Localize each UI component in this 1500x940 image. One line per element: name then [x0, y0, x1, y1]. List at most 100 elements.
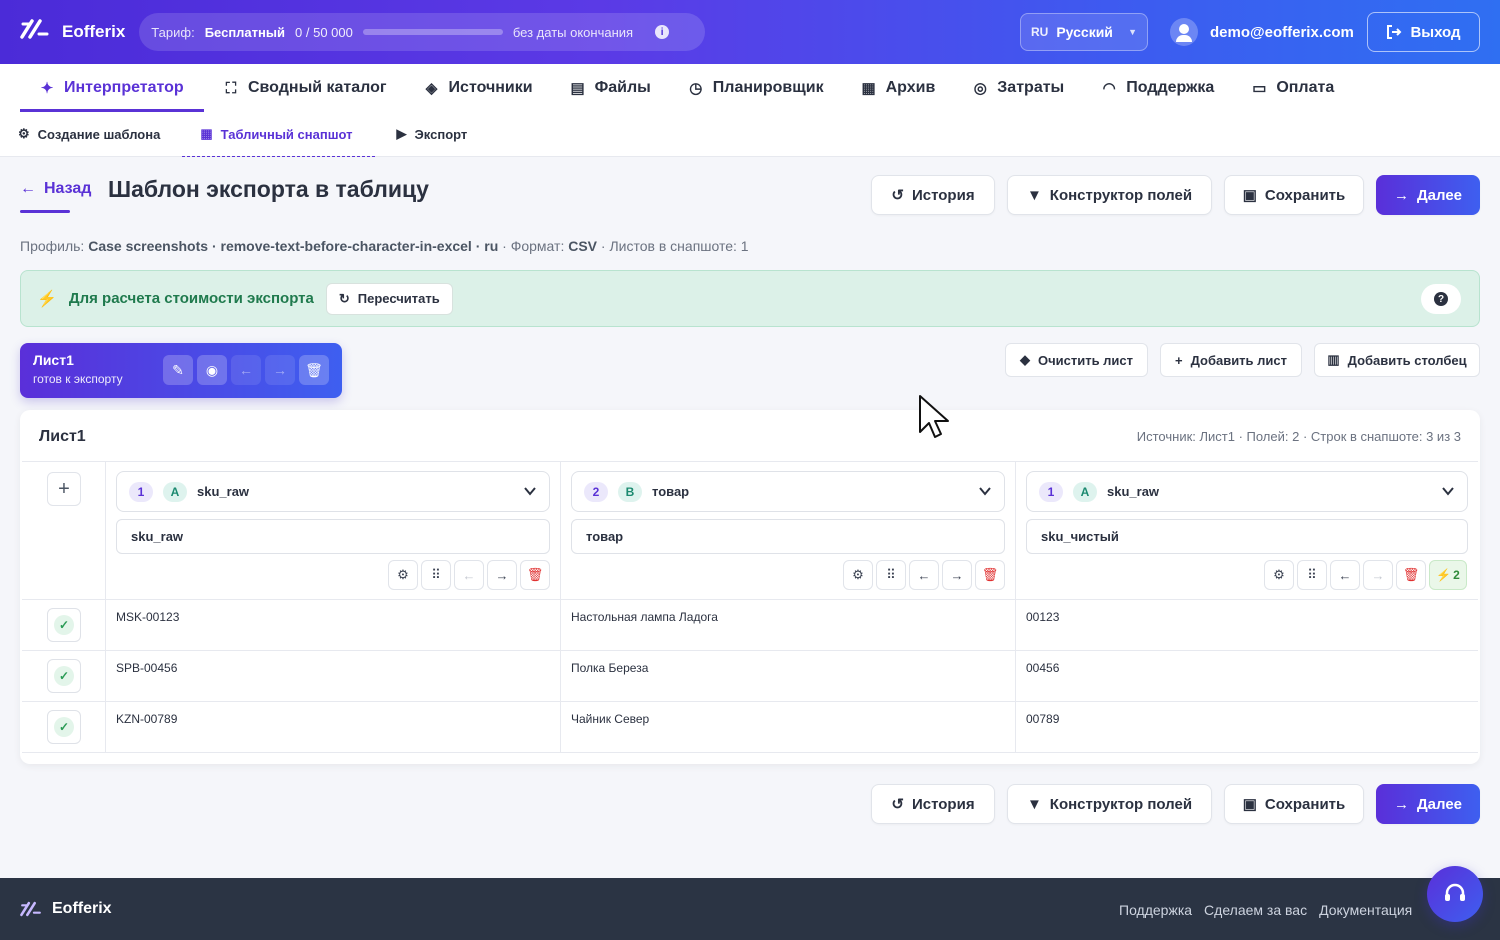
column-name-input[interactable]: товар: [571, 519, 1005, 554]
nav-interpreter[interactable]: ✦ Интерпретатор: [20, 64, 204, 112]
profile-prefix: Профиль:: [20, 238, 85, 254]
recalculate-label: Пересчитать: [357, 291, 440, 306]
user-menu[interactable]: demo@eofferix.com: [1170, 18, 1354, 46]
gear-icon[interactable]: ⚙: [388, 560, 418, 590]
column-divider: [1015, 462, 1016, 752]
trash-icon[interactable]: 🗑: [520, 560, 550, 590]
snapshot-grid: + 1 A sku_raw sku_raw ⚙ ⠿ ← → 🗑 2 B това…: [22, 461, 1478, 753]
mouse-cursor-icon: [919, 395, 949, 438]
arrow-right-icon: →: [1393, 795, 1409, 813]
gear-icon[interactable]: ⚙: [1264, 560, 1294, 590]
row-checkbox[interactable]: ✓: [47, 608, 81, 642]
tab-export[interactable]: ▶ Экспорт: [375, 112, 490, 157]
trash-icon[interactable]: 🗑: [975, 560, 1005, 590]
table-cell: MSK-00123: [116, 610, 180, 624]
nav-sources[interactable]: ◈ Источники: [405, 64, 551, 112]
sheet-card[interactable]: Лист1 готов к экспорту ✎ ◉ ← → 🗑: [20, 343, 342, 398]
footer-link-done-for-you[interactable]: Сделаем за вас: [1204, 902, 1307, 918]
nav-archive[interactable]: ▦ Архив: [842, 64, 954, 112]
field-builder-button-bottom[interactable]: ▼ Конструктор полей: [1007, 784, 1212, 824]
next-button[interactable]: → Далее: [1376, 175, 1480, 215]
column-index-badge: 2: [584, 481, 608, 502]
footer-logo[interactable]: Eofferix: [20, 900, 112, 918]
trash-icon[interactable]: 🗑: [299, 355, 329, 385]
field-builder-button[interactable]: ▼ Конструктор полей: [1007, 175, 1212, 215]
support-chat-button[interactable]: [1427, 866, 1483, 922]
arrow-right-icon[interactable]: →: [1363, 560, 1393, 590]
drag-handle-icon[interactable]: ⠿: [1297, 560, 1327, 590]
recalculate-button[interactable]: ↻ Пересчитать: [325, 282, 453, 315]
sitemap-icon: ⛶: [225, 79, 237, 97]
check-icon: ✓: [54, 666, 74, 686]
save-button-bottom[interactable]: ▣ Сохранить: [1224, 784, 1364, 824]
table-cell: Чайник Север: [571, 712, 650, 726]
cost-banner: ⚡ Для расчета стоимости экспорта ↻ Пересч…: [20, 270, 1480, 327]
add-sheet-button[interactable]: + Добавить лист: [1160, 343, 1302, 377]
headset-icon: [1445, 883, 1465, 901]
trash-icon[interactable]: 🗑: [1396, 560, 1426, 590]
save-button[interactable]: ▣ Сохранить: [1224, 175, 1364, 215]
drag-handle-icon[interactable]: ⠿: [421, 560, 451, 590]
column-tools: ⚙ ⠿ ← → 🗑 ⚡ 2: [1264, 560, 1467, 590]
tab-create-template[interactable]: ⚙ Создание шаблона: [18, 112, 182, 157]
clock-icon: ◷: [689, 80, 703, 97]
history-button[interactable]: ↺ История: [871, 175, 995, 215]
info-icon[interactable]: i: [655, 25, 670, 39]
coins-icon: ◎: [973, 80, 987, 97]
language-select[interactable]: RU Русский ▼: [1020, 13, 1148, 51]
rules-count-button[interactable]: ⚡ 2: [1429, 560, 1467, 590]
add-column-plus-button[interactable]: +: [47, 472, 81, 506]
nav-payment[interactable]: ▭ Оплата: [1232, 64, 1352, 112]
add-column-button[interactable]: ▥ Добавить столбец: [1314, 343, 1480, 377]
sub-nav: ⚙ Создание шаблона ▦ Табличный снапшот ▶ Эк…: [0, 112, 1500, 157]
nav-support[interactable]: ◠ Поддержка: [1082, 64, 1232, 112]
question-icon: ?: [1434, 292, 1448, 306]
nav-scheduler[interactable]: ◷ Планировщик: [669, 64, 842, 112]
table-cell: 00789: [1026, 712, 1060, 726]
column-name-input[interactable]: sku_raw: [116, 519, 550, 554]
app-logo[interactable]: Eofferix: [20, 17, 125, 47]
clear-sheet-label: Очистить лист: [1037, 352, 1134, 368]
footer-link-docs[interactable]: Документация: [1319, 902, 1412, 918]
banner-text: Для расчета стоимости экспорта: [68, 290, 314, 307]
profile-info: Профиль: Case screenshots · remove-text-…: [20, 238, 749, 254]
sheets-info: · Листов в снапшоте: 1: [600, 238, 749, 254]
footer-link-support[interactable]: Поддержка: [1119, 902, 1192, 918]
refresh-icon: ↻: [338, 290, 350, 306]
pencil-icon[interactable]: ✎: [163, 355, 193, 385]
footer: Eofferix Поддержка Сделаем за вас Докуме…: [0, 878, 1500, 940]
table-cell: 00123: [1026, 610, 1060, 624]
row-checkbox[interactable]: ✓: [47, 710, 81, 744]
arrow-right-icon[interactable]: →: [265, 355, 295, 385]
column-source-select[interactable]: 1 A sku_raw: [116, 471, 550, 512]
logout-button[interactable]: Выход: [1367, 12, 1480, 52]
arrow-left-icon[interactable]: ←: [909, 560, 939, 590]
row-checkbox[interactable]: ✓: [47, 659, 81, 693]
column-source-select[interactable]: 1 A sku_raw: [1026, 471, 1468, 512]
arrow-right-icon[interactable]: →: [942, 560, 972, 590]
help-button[interactable]: ?: [1421, 284, 1461, 314]
tab-table-snapshot[interactable]: ▦ Табличный снапшот: [182, 112, 375, 157]
nav-label: Поддержка: [1126, 79, 1215, 96]
save-label: Сохранить: [1264, 795, 1346, 813]
tab-label: Экспорт: [414, 126, 468, 142]
footer-links: Поддержка Сделаем за вас Документация: [1119, 902, 1412, 918]
gear-icon[interactable]: ⚙: [843, 560, 873, 590]
history-button-bottom[interactable]: ↺ История: [871, 784, 995, 824]
back-link[interactable]: ← Назад: [20, 180, 91, 198]
nav-files[interactable]: ▤ Файлы: [551, 64, 669, 112]
eye-icon[interactable]: ◉: [197, 355, 227, 385]
arrow-left-icon[interactable]: ←: [454, 560, 484, 590]
rules-count: 2: [1453, 568, 1460, 582]
arrow-left-icon[interactable]: ←: [1330, 560, 1360, 590]
arrow-left-icon[interactable]: ←: [231, 355, 261, 385]
arrow-right-icon[interactable]: →: [487, 560, 517, 590]
clear-sheet-button[interactable]: ◆ Очистить лист: [1005, 343, 1148, 377]
drag-handle-icon[interactable]: ⠿: [876, 560, 906, 590]
column-name-input[interactable]: sku_чистый: [1026, 519, 1468, 554]
nav-costs[interactable]: ◎ Затраты: [953, 64, 1082, 112]
nav-catalog[interactable]: ⛶ Сводный каталог: [204, 64, 405, 112]
table-cell: Полка Береза: [571, 661, 649, 675]
next-button-bottom[interactable]: → Далее: [1376, 784, 1480, 824]
column-source-select[interactable]: 2 B товар: [571, 471, 1005, 512]
